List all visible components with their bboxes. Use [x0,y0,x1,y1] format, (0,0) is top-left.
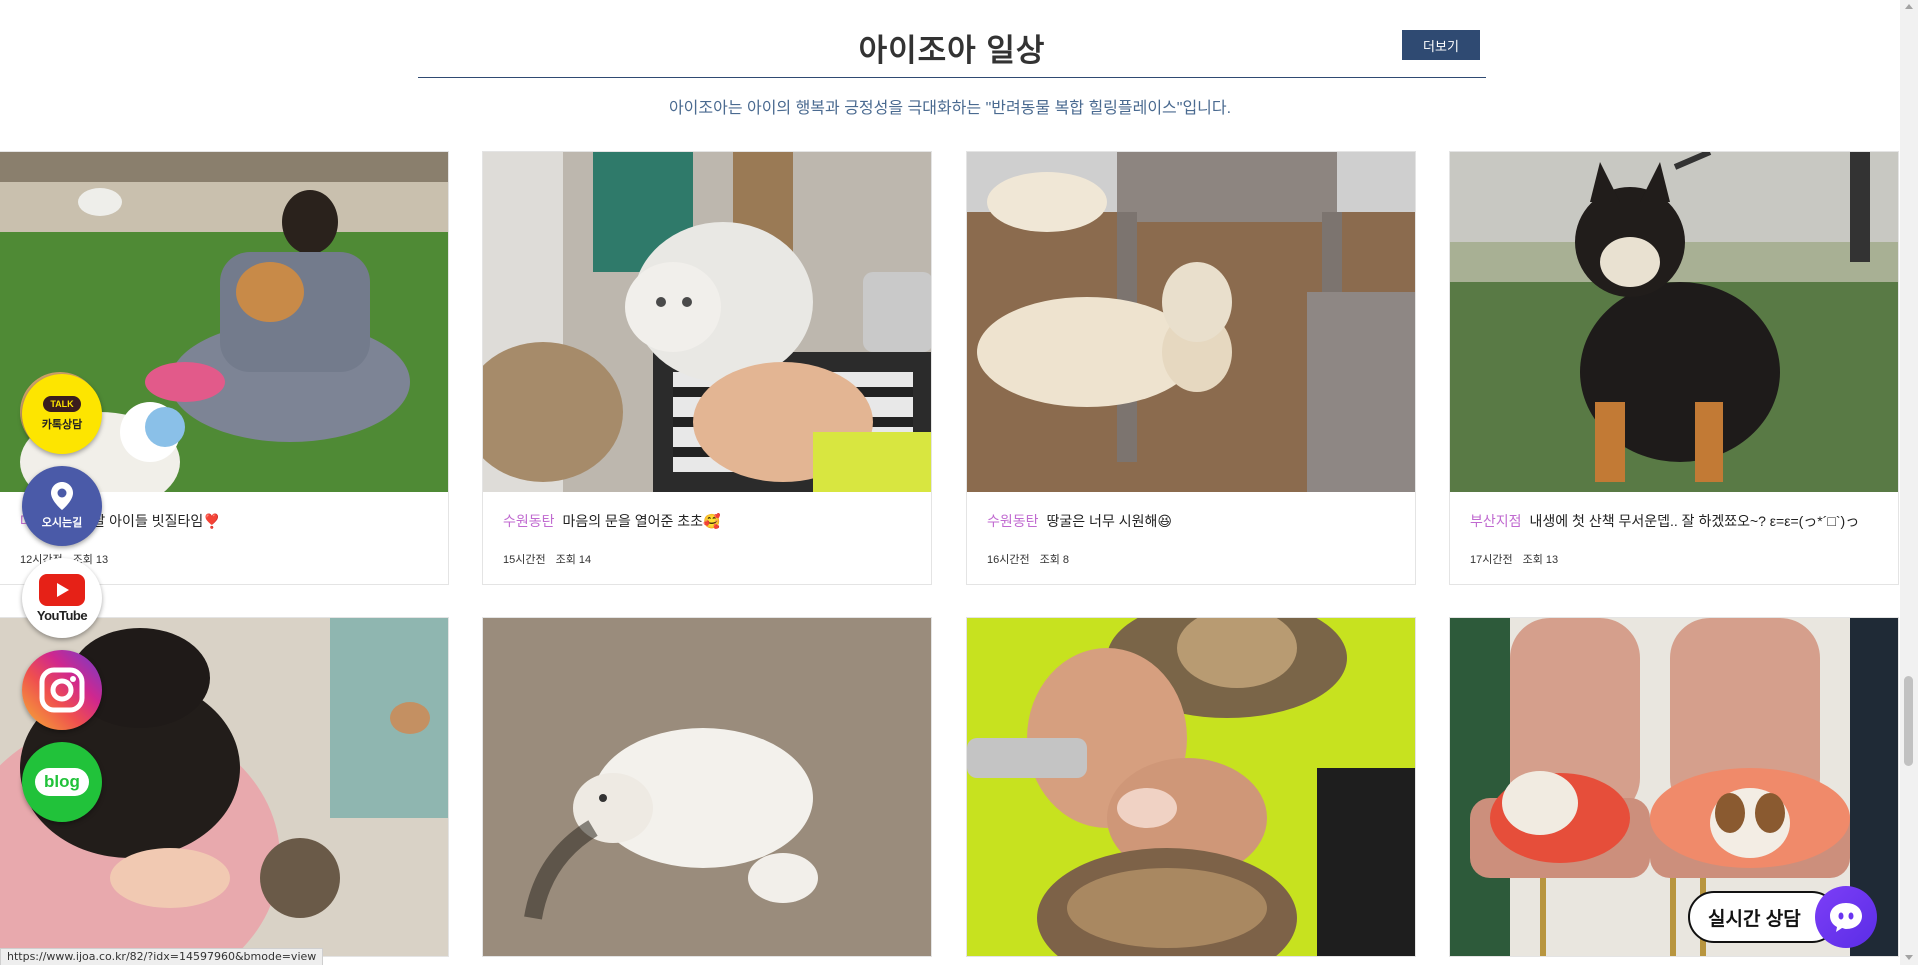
scroll-down-arrow-icon[interactable] [1905,955,1913,960]
post-photo[interactable] [967,618,1415,956]
youtube-icon [39,573,85,606]
post-time: 17시간전 [1470,554,1513,566]
post-time: 15시간전 [503,554,546,566]
post-title: 땅굴은 너무 시원해😆 [1046,513,1172,529]
vertical-scrollbar[interactable] [1900,0,1918,965]
status-bar-url: https://www.ijoa.co.kr/82/?idx=14597960&… [0,948,324,965]
directions-button[interactable]: 오시는길 [22,466,102,546]
post-photo[interactable] [483,152,931,492]
instagram-icon [39,667,85,713]
section-header: 아이조아 일상 더보기 [418,20,1486,78]
instagram-button[interactable] [22,650,102,730]
post-card[interactable]: 수원동탄 마음의 문을 열어준 초초🥰 15시간전 조회 14 [482,151,932,585]
post-title: 내생에 첫 산책 무서운뎁.. 잘 하겠쬬오~? ε=ε=(っ*´□`)っ [1529,513,1860,529]
live-chat-button[interactable]: 실시간 상담 [1688,886,1877,948]
post-meta: 17시간전 조회 13 [1470,551,1568,567]
youtube-label: YouTube [36,607,88,623]
page: 아이조아 일상 더보기 아이조아는 아이의 행복과 긍정성을 극대화하는 "반려… [0,0,1900,965]
post-views: 조회 13 [1522,554,1559,566]
post-time: 16시간전 [987,554,1030,566]
map-pin-icon [51,482,73,510]
post-caption[interactable]: 수원동탄 마음의 문을 열어준 초초🥰 [503,511,720,531]
post-card[interactable] [482,617,932,957]
chat-bubble-icon [1815,886,1877,948]
scroll-up-arrow-icon[interactable] [1905,4,1913,9]
more-button[interactable]: 더보기 [1402,30,1480,60]
post-branch: 수원동탄 [503,513,555,529]
post-photo[interactable] [1450,152,1898,492]
blog-icon: blog [35,768,89,796]
post-branch: 수원동탄 [987,513,1039,529]
post-views: 조회 14 [555,554,592,566]
post-caption[interactable]: 수원동탄 땅굴은 너무 시원해😆 [987,511,1172,531]
post-card[interactable]: 부산지점 내생에 첫 산책 무서운뎁.. 잘 하겠쬬오~? ε=ε=(っ*´□`)… [1449,151,1899,585]
scrollbar-thumb[interactable] [1904,676,1913,766]
post-meta: 16시간전 조회 8 [987,551,1079,567]
post-photo[interactable] [483,618,931,956]
directions-label: 오시는길 [41,517,83,529]
post-title: 마음의 문을 열어준 초초🥰 [562,513,721,529]
blog-button[interactable]: blog [22,742,102,822]
post-branch: 부산지점 [1470,513,1522,529]
youtube-button[interactable]: YouTube [22,558,102,638]
post-views: 조회 8 [1039,554,1070,566]
kakao-talk-icon: TALK [43,396,81,412]
post-caption[interactable]: 부산지점 내생에 첫 산책 무서운뎁.. 잘 하겠쬬오~? ε=ε=(っ*´□`)… [1470,511,1859,531]
section-title: 아이조아 일상 [858,33,1046,68]
post-meta: 15시간전 조회 14 [503,551,601,567]
post-photo[interactable] [967,152,1415,492]
post-card[interactable] [966,617,1416,957]
kakao-talk-button[interactable]: TALK 카톡상담 [22,374,102,454]
section-subtitle: 아이조아는 아이의 행복과 긍정성을 극대화하는 "반려동물 복합 힐링플레이스… [668,100,1232,117]
kakao-talk-label: 카톡상담 [41,419,83,431]
post-card[interactable]: 수원동탄 땅굴은 너무 시원해😆 16시간전 조회 8 [966,151,1416,585]
